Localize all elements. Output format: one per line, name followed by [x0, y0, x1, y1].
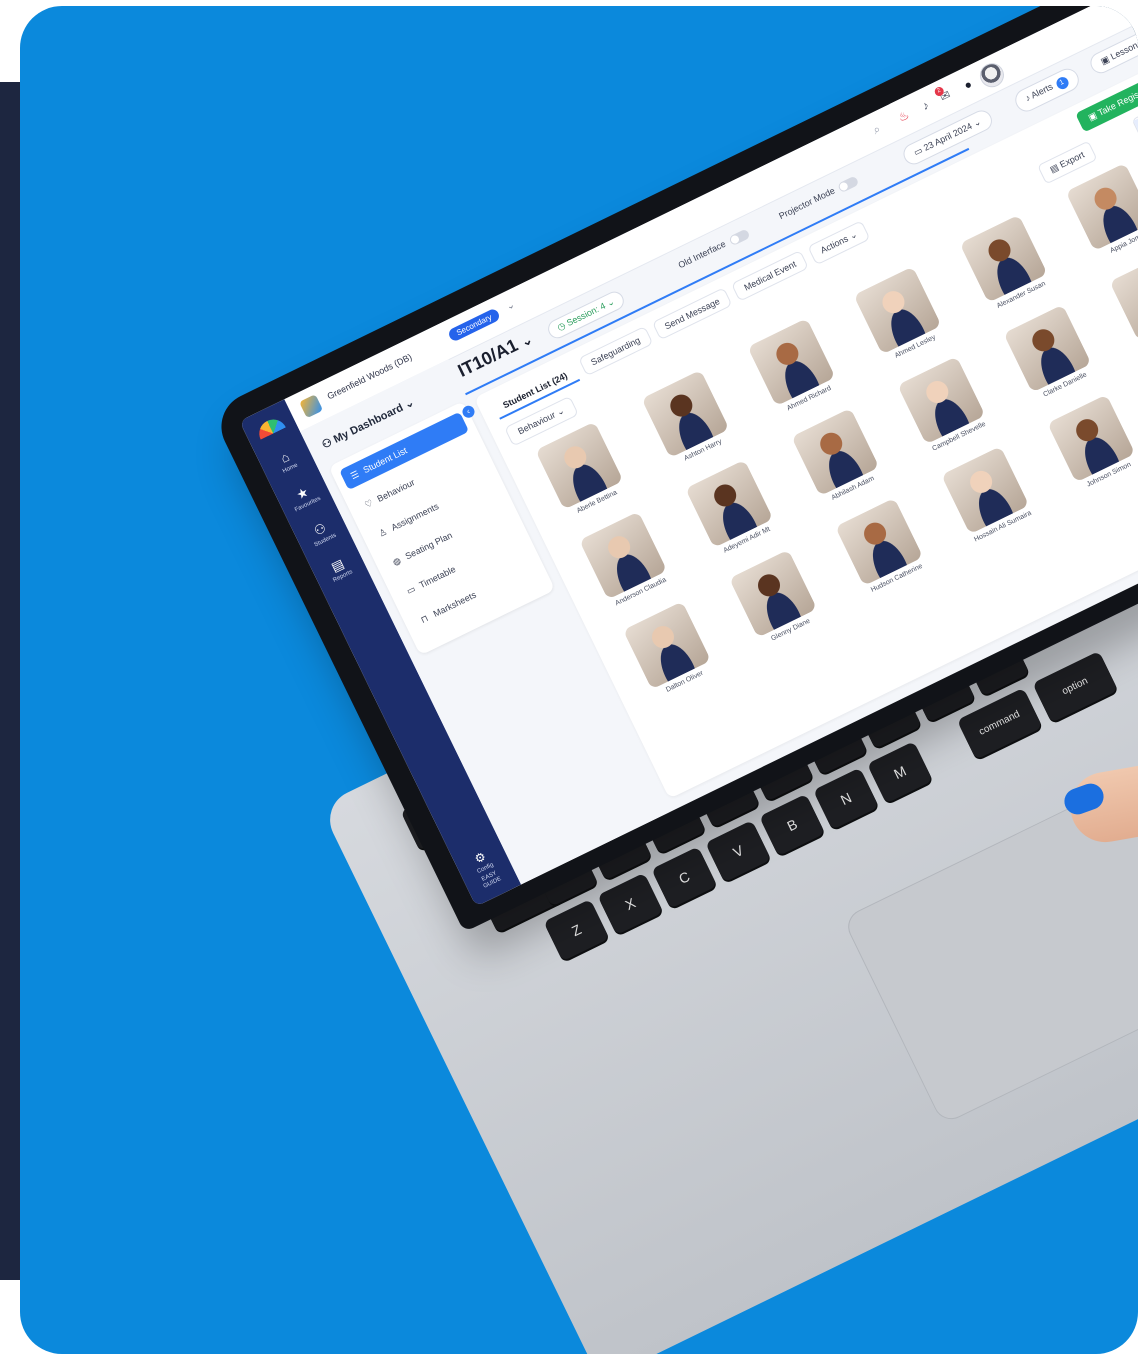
student-card[interactable]: Ahmed Lesley	[844, 262, 955, 369]
chevron-down-icon: ⌄	[518, 331, 535, 350]
key: V	[705, 820, 772, 883]
chevron-down-icon: ⌄	[602, 296, 617, 310]
toggle-switch[interactable]	[836, 175, 860, 193]
person-view-icon[interactable]: ♙	[1133, 111, 1138, 138]
export-button[interactable]: ▤ Export	[1037, 140, 1098, 185]
rail-item-home[interactable]: ⌂ Home	[260, 441, 315, 483]
student-card[interactable]: Aberle Bettina	[526, 417, 637, 524]
student-card[interactable]: Hossain Ali Sumaira	[932, 442, 1043, 549]
laptop-scene: esc1234567890tabQWERTYUIOPcaps lockASDFG…	[20, 6, 1138, 1354]
key: B	[759, 793, 826, 857]
student-photo	[1065, 162, 1138, 252]
key: C	[651, 846, 718, 909]
user-avatar[interactable]	[975, 59, 1008, 92]
student-card[interactable]: Ahmed Richard	[738, 314, 849, 421]
alerts-count-badge: 1	[1054, 75, 1071, 92]
bell-icon[interactable]: ♪	[920, 98, 932, 113]
tab-actions[interactable]: Actions ⌄	[807, 220, 871, 266]
student-card[interactable]: Hudson Catherine	[826, 493, 937, 600]
student-card[interactable]: Campbell Shevelle	[888, 352, 999, 459]
option-key: option	[1032, 650, 1119, 723]
key: X	[597, 872, 664, 936]
student-card[interactable]: Ashton Harry	[632, 365, 743, 472]
student-card[interactable]: Alexander Susan	[950, 210, 1061, 317]
rail-item-reports[interactable]: ▤ Reports	[312, 548, 367, 590]
chevron-down-icon: ⌄	[402, 396, 417, 412]
toggle-switch[interactable]	[727, 228, 751, 247]
app-logo	[254, 414, 286, 440]
hero-background: esc1234567890tabQWERTYUIOPcaps lockASDFG…	[20, 6, 1138, 1354]
key: M	[866, 741, 933, 804]
school-logo	[299, 394, 324, 419]
rail-item-favourites[interactable]: ★ Favourites	[277, 477, 332, 519]
key: Z	[543, 899, 610, 962]
fire-icon[interactable]: ♨	[896, 107, 912, 124]
rail-item-students[interactable]: ⚇ Students	[295, 512, 350, 554]
student-card[interactable]: Adeyemi Adir Mt	[676, 455, 787, 562]
take-register-button[interactable]: ▣ Take Register ⌄	[1075, 71, 1138, 133]
student-card[interactable]: Johnson Simon	[1038, 390, 1138, 497]
help-icon[interactable]: ●	[962, 77, 975, 93]
student-card[interactable]: Davie Laura	[1100, 248, 1138, 355]
key: N	[813, 767, 880, 830]
student-photo	[1109, 252, 1138, 341]
student-card[interactable]: Dalton Oliver	[614, 597, 725, 704]
student-card[interactable]: Anderson Claudia	[570, 507, 681, 614]
student-card[interactable]: Appia Jomo	[1056, 158, 1138, 265]
student-card[interactable]: Clarke Danielle	[994, 300, 1105, 407]
student-card[interactable]: Glenny Diane	[720, 545, 831, 652]
student-card[interactable]: Abhilash Adam	[782, 404, 893, 511]
search-icon[interactable]: ⌕	[870, 122, 883, 138]
chevron-down-icon[interactable]: ⌄	[504, 299, 516, 313]
